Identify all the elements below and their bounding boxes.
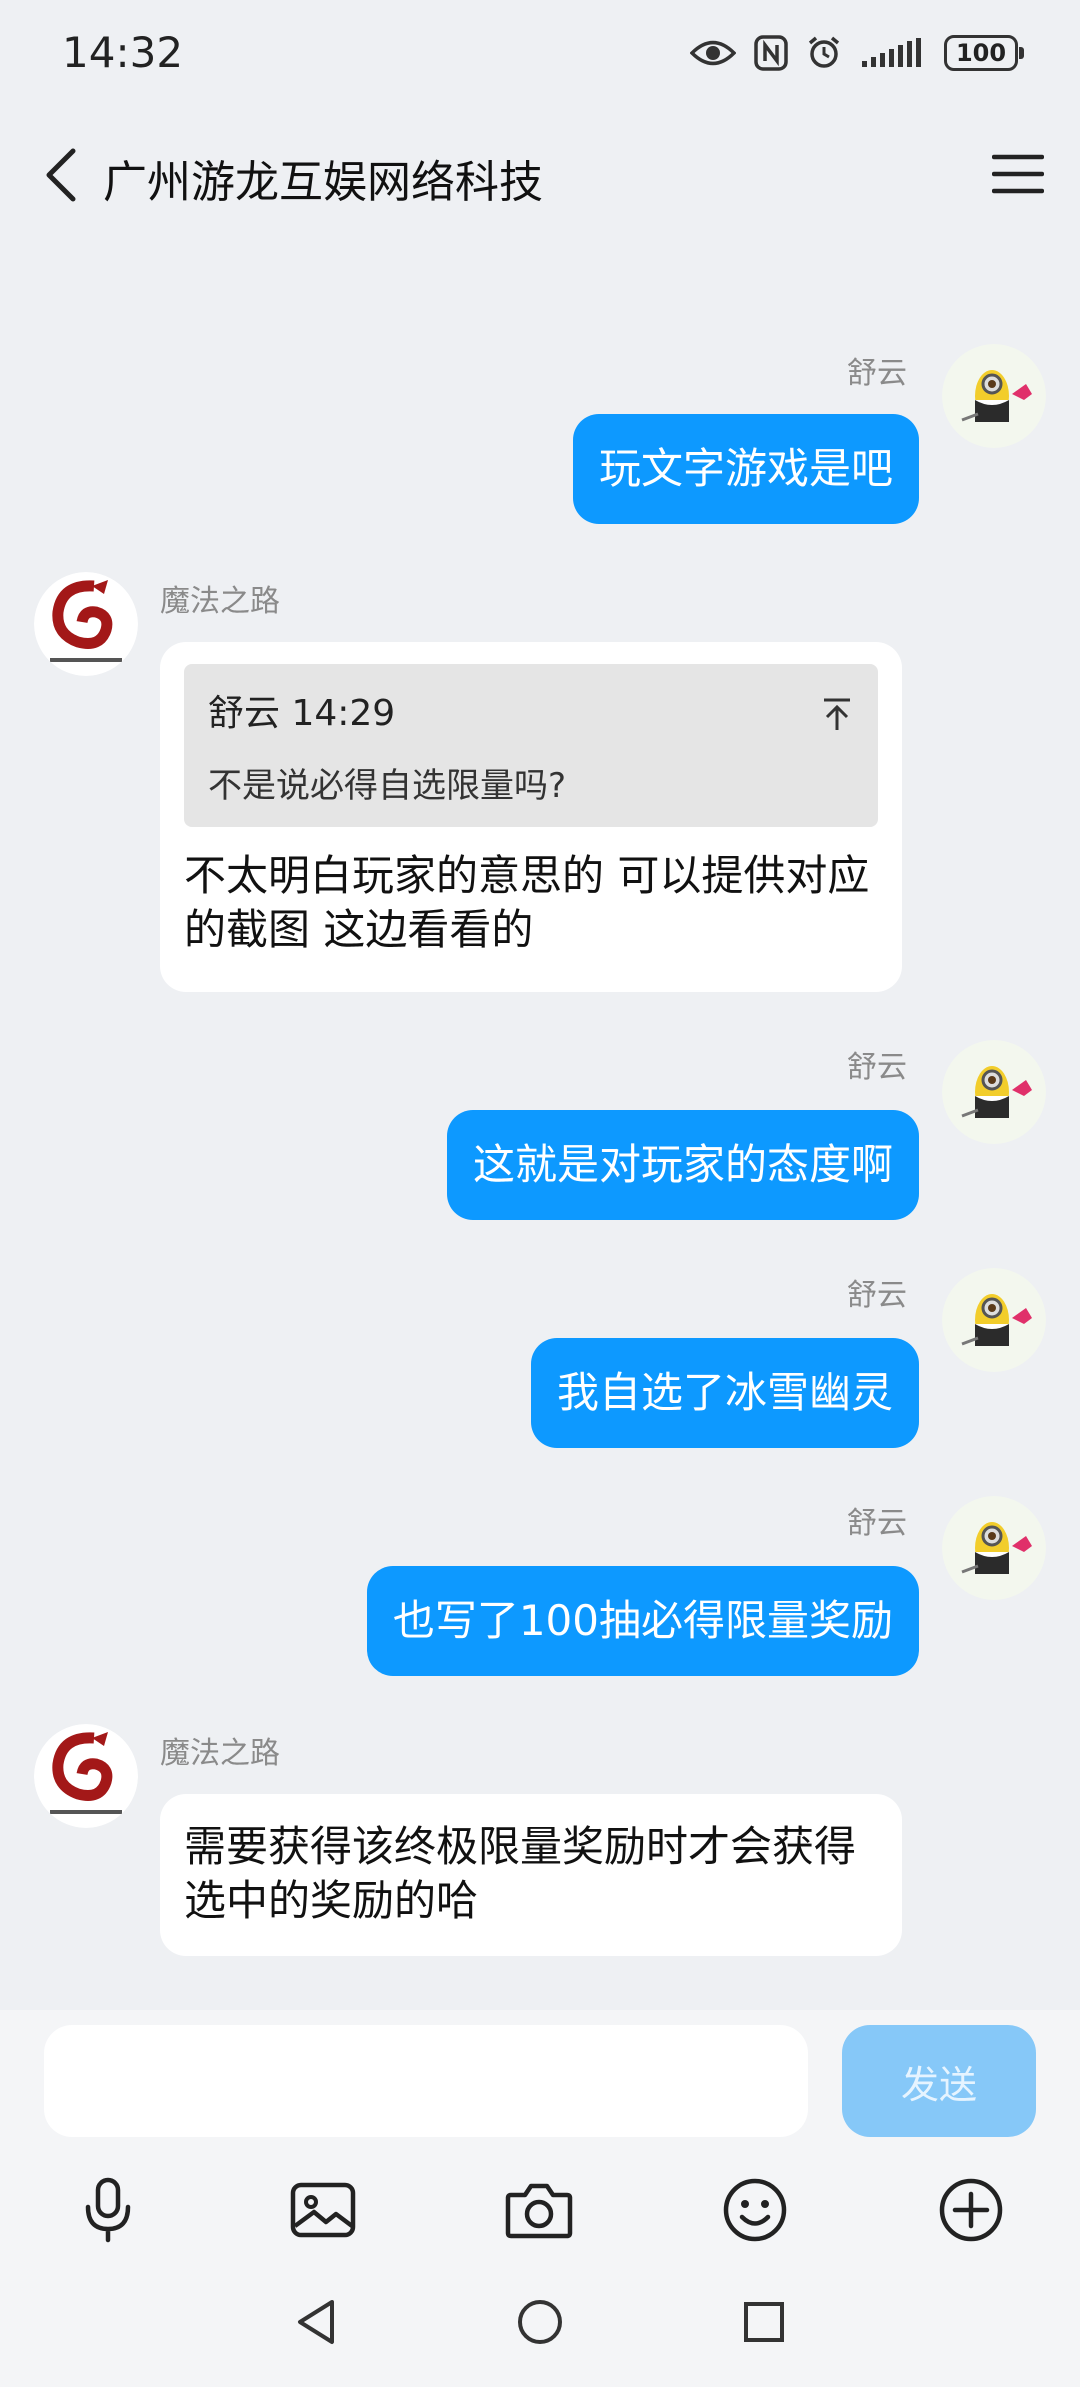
quote-text: 不是说必得自选限量吗?: [208, 766, 567, 806]
avatar-mofazhilu[interactable]: [34, 572, 138, 676]
message-text: 不太明白玩家的意思的 可以提供对应的截图 这边看看的: [184, 851, 870, 954]
plus-circle-icon[interactable]: [933, 2172, 1009, 2248]
sender-name: 舒云: [847, 1506, 907, 1541]
nfc-icon: [754, 35, 788, 71]
nav-back-button[interactable]: [286, 2292, 346, 2352]
chevron-left-icon: [46, 148, 76, 202]
avatar-mofazhilu[interactable]: [34, 1724, 138, 1828]
quote-author-time: 舒云 14:29: [208, 693, 396, 734]
message-bubble[interactable]: 我自选了冰雪幽灵: [530, 1338, 919, 1448]
message-bubble[interactable]: 也写了100抽必得限量奖励: [366, 1566, 919, 1676]
message-text: 需要获得该终极限量奖励时才会获得选中的奖励的哈: [184, 1822, 857, 1925]
chat-toolbar: [0, 2150, 1080, 2260]
back-button[interactable]: [30, 140, 90, 210]
battery-indicator: 100: [944, 35, 1024, 71]
input-bar: 发送: [0, 2010, 1080, 2150]
message-bubble[interactable]: 舒云 14:29 不是说必得自选限量吗? 不太明白玩家的意思的 可以提供对应的截…: [160, 642, 902, 992]
message-bubble[interactable]: 玩文字游戏是吧: [572, 414, 919, 524]
menu-button[interactable]: [986, 142, 1050, 206]
nav-recents-button[interactable]: [734, 2292, 794, 2352]
menu-icon: [992, 154, 1044, 194]
sender-name: 舒云: [847, 1278, 907, 1313]
camera-icon[interactable]: [501, 2172, 577, 2248]
send-button[interactable]: 发送: [842, 2025, 1036, 2137]
message-input[interactable]: [44, 2025, 808, 2137]
circle-home-icon: [518, 2300, 562, 2344]
triangle-back-icon: [298, 2300, 334, 2344]
avatar-shuyun[interactable]: [942, 1040, 1046, 1144]
signal-icon: [860, 37, 926, 69]
status-bar: 14:32 100: [0, 0, 1080, 110]
emoji-icon[interactable]: [717, 2172, 793, 2248]
sender-name: 舒云: [847, 356, 907, 391]
chat-title: 广州游龙互娱网络科技: [103, 157, 543, 208]
chat-area[interactable]: 舒云 玩文字游戏是吧 魔法之路 舒云 14:29 不是说必得自选限量吗? 不太明…: [0, 240, 1080, 2010]
sender-name: 舒云: [847, 1050, 907, 1085]
alarm-icon: [806, 35, 842, 71]
microphone-icon[interactable]: [70, 2172, 146, 2248]
message-bubble[interactable]: 这就是对玩家的态度啊: [446, 1110, 919, 1220]
image-icon[interactable]: [285, 2172, 361, 2248]
eye-icon: [690, 36, 736, 70]
arrow-up-icon[interactable]: [822, 692, 852, 741]
status-icons: 100: [690, 28, 1024, 78]
avatar-shuyun[interactable]: [942, 1496, 1046, 1600]
quoted-message[interactable]: 舒云 14:29 不是说必得自选限量吗?: [184, 664, 878, 827]
sender-name: 魔法之路: [160, 1736, 280, 1771]
square-recents-icon: [744, 2302, 784, 2342]
avatar-shuyun[interactable]: [942, 1268, 1046, 1372]
nav-home-button[interactable]: [510, 2292, 570, 2352]
message-bubble[interactable]: 需要获得该终极限量奖励时才会获得选中的奖励的哈: [160, 1794, 902, 1956]
status-time: 14:32: [62, 28, 184, 77]
sender-name: 魔法之路: [160, 584, 280, 619]
avatar-shuyun[interactable]: [942, 344, 1046, 448]
system-nav-bar: [0, 2260, 1080, 2387]
chat-header: 广州游龙互娱网络科技: [0, 110, 1080, 240]
